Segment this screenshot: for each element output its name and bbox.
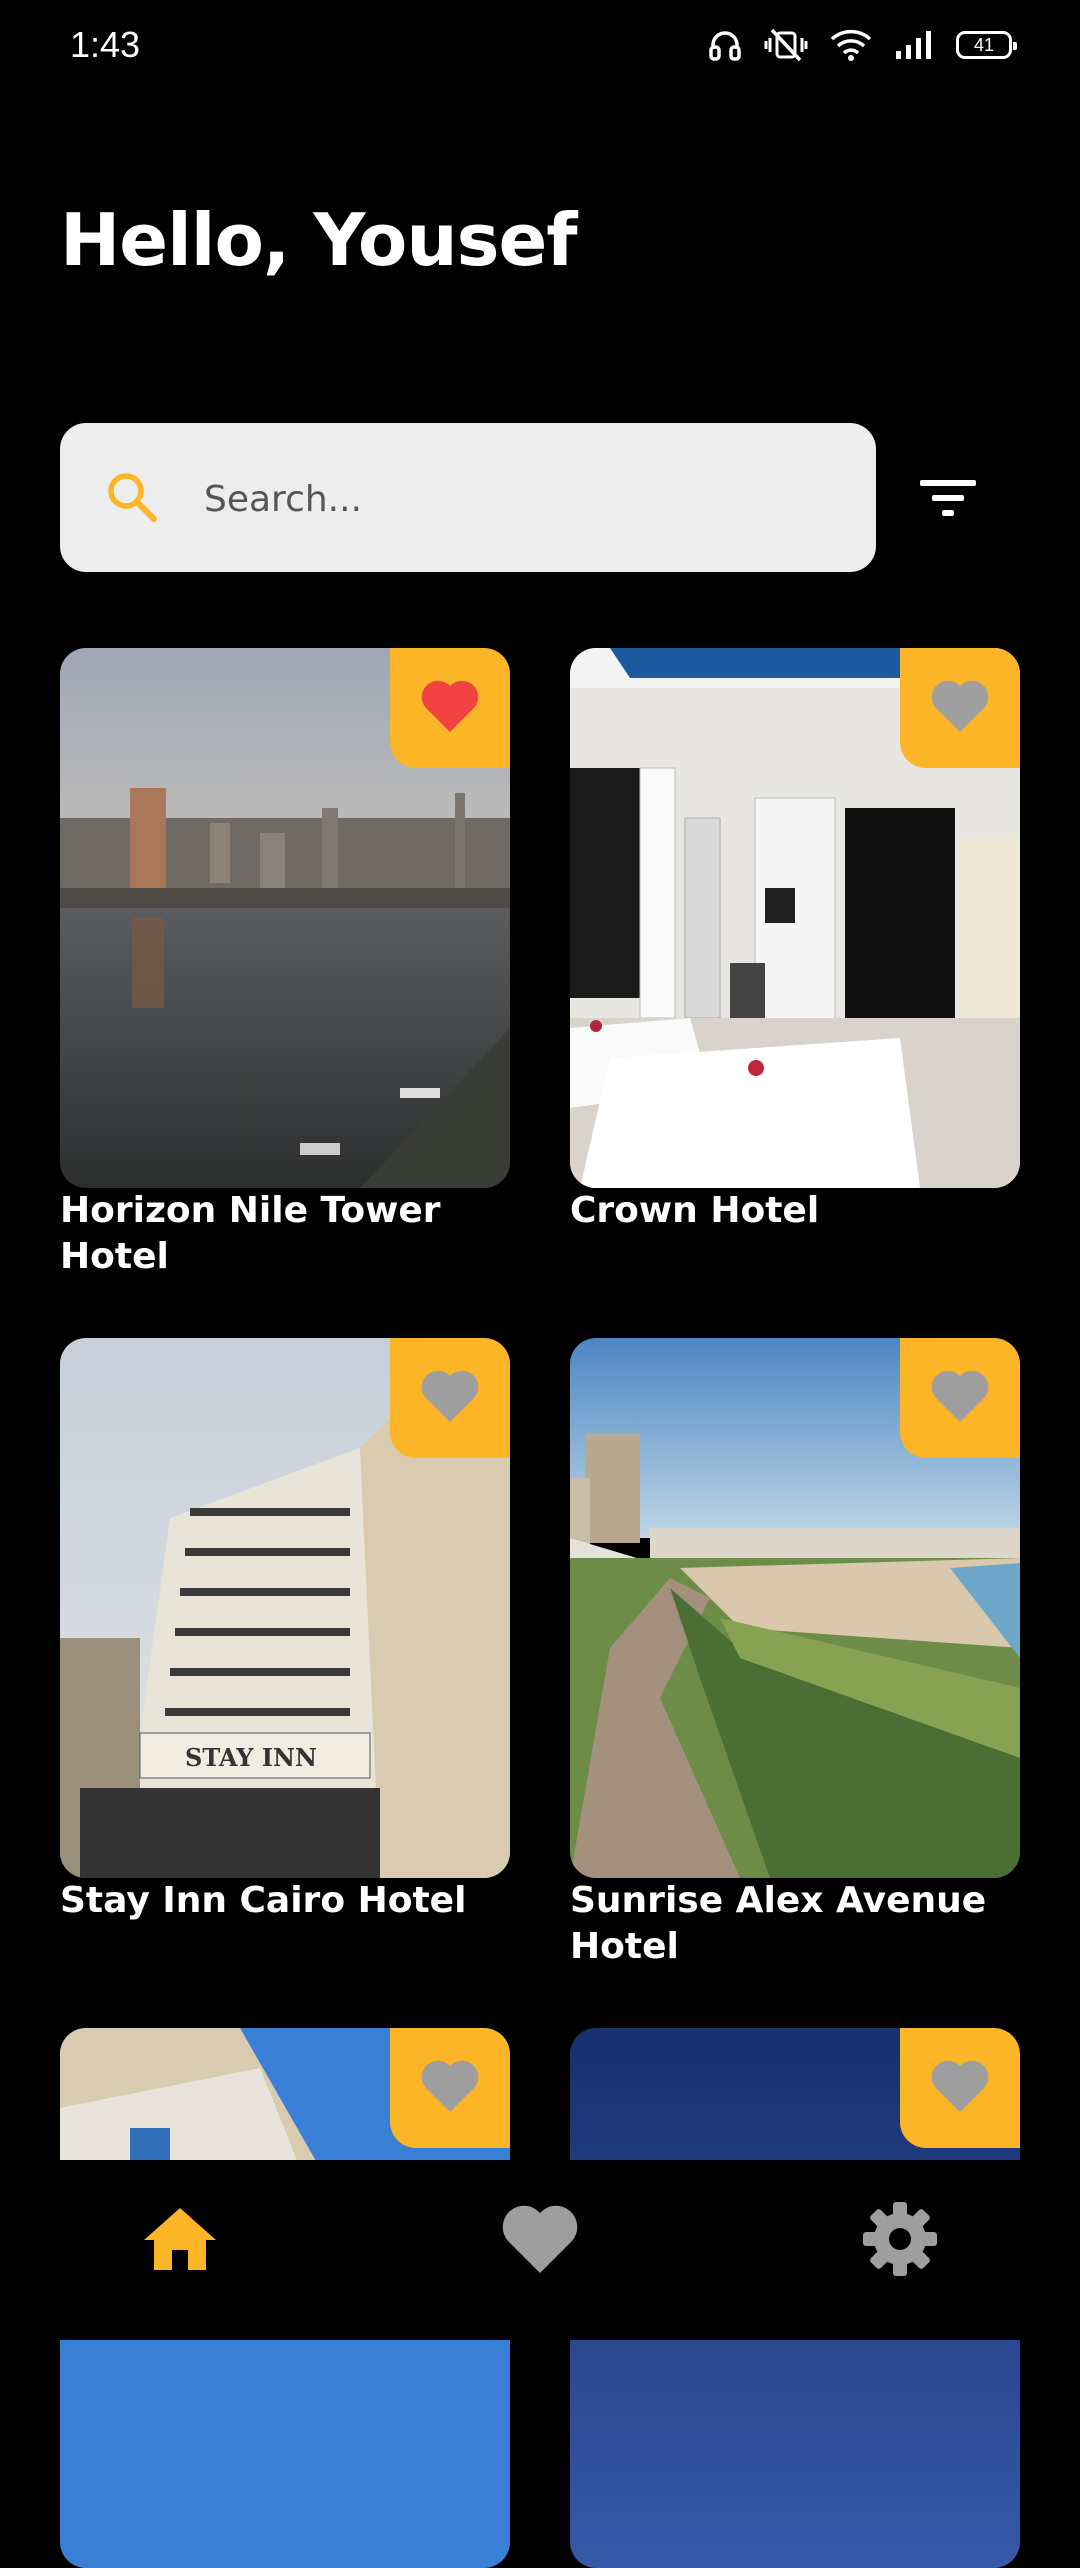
heart-icon: [419, 678, 481, 738]
heart-icon: [929, 2058, 991, 2118]
hotel-card[interactable]: Horizon Nile Tower Hotel: [60, 648, 510, 1280]
favorite-button[interactable]: [390, 648, 510, 768]
signal-icon: [894, 29, 934, 61]
vibrate-off-icon: [764, 28, 808, 62]
hotel-card[interactable]: Sunrise Alex Avenue Hotel: [570, 1338, 1020, 1970]
favorite-button[interactable]: [900, 648, 1020, 768]
hotel-name: Crown Hotel: [570, 1190, 820, 1231]
favorite-button[interactable]: [390, 2028, 510, 2148]
hotel-card[interactable]: Crown Hotel: [570, 648, 1020, 1234]
status-time: 1:43: [70, 24, 141, 65]
favorite-button[interactable]: [900, 2028, 1020, 2148]
bottom-navigation: [0, 2160, 1080, 2340]
filter-icon: [916, 480, 980, 532]
nav-home[interactable]: [135, 2196, 225, 2286]
favorite-button[interactable]: [390, 1338, 510, 1458]
favorite-button[interactable]: [900, 1338, 1020, 1458]
heart-icon: [419, 1368, 481, 1428]
hotel-name: Horizon Nile Tower Hotel: [60, 1190, 441, 1277]
headphones-icon: [708, 29, 742, 61]
search-bar[interactable]: [60, 423, 876, 572]
search-icon: [104, 469, 160, 525]
greeting-title: Hello, Yousef: [60, 198, 578, 282]
heart-icon: [419, 2058, 481, 2118]
filter-button[interactable]: [916, 468, 980, 528]
heart-icon: [929, 1368, 991, 1428]
hotel-image[interactable]: [60, 648, 510, 1188]
gear-icon: [861, 2200, 939, 2282]
status-icons: 41: [708, 28, 1017, 62]
battery-level: 41: [973, 34, 995, 55]
nav-favorites[interactable]: [495, 2196, 585, 2286]
hotel-image[interactable]: [570, 648, 1020, 1188]
heart-icon: [929, 678, 991, 738]
battery-icon: 41: [956, 31, 1017, 59]
heart-icon: [500, 2203, 580, 2279]
hotel-name: Stay Inn Cairo Hotel: [60, 1880, 467, 1921]
home-icon: [140, 2204, 220, 2278]
search-input[interactable]: [202, 453, 846, 545]
svg-text:STAY INN: STAY INN: [185, 1743, 317, 1772]
wifi-icon: [830, 29, 872, 61]
status-bar: 1:43 41: [0, 0, 1080, 96]
nav-settings[interactable]: [855, 2196, 945, 2286]
hotel-image[interactable]: [570, 1338, 1020, 1878]
hotel-card[interactable]: STAY INN Stay Inn Cairo Hotel: [60, 1338, 510, 1924]
hotel-name: Sunrise Alex Avenue Hotel: [570, 1880, 987, 1967]
hotel-image[interactable]: STAY INN: [60, 1338, 510, 1878]
